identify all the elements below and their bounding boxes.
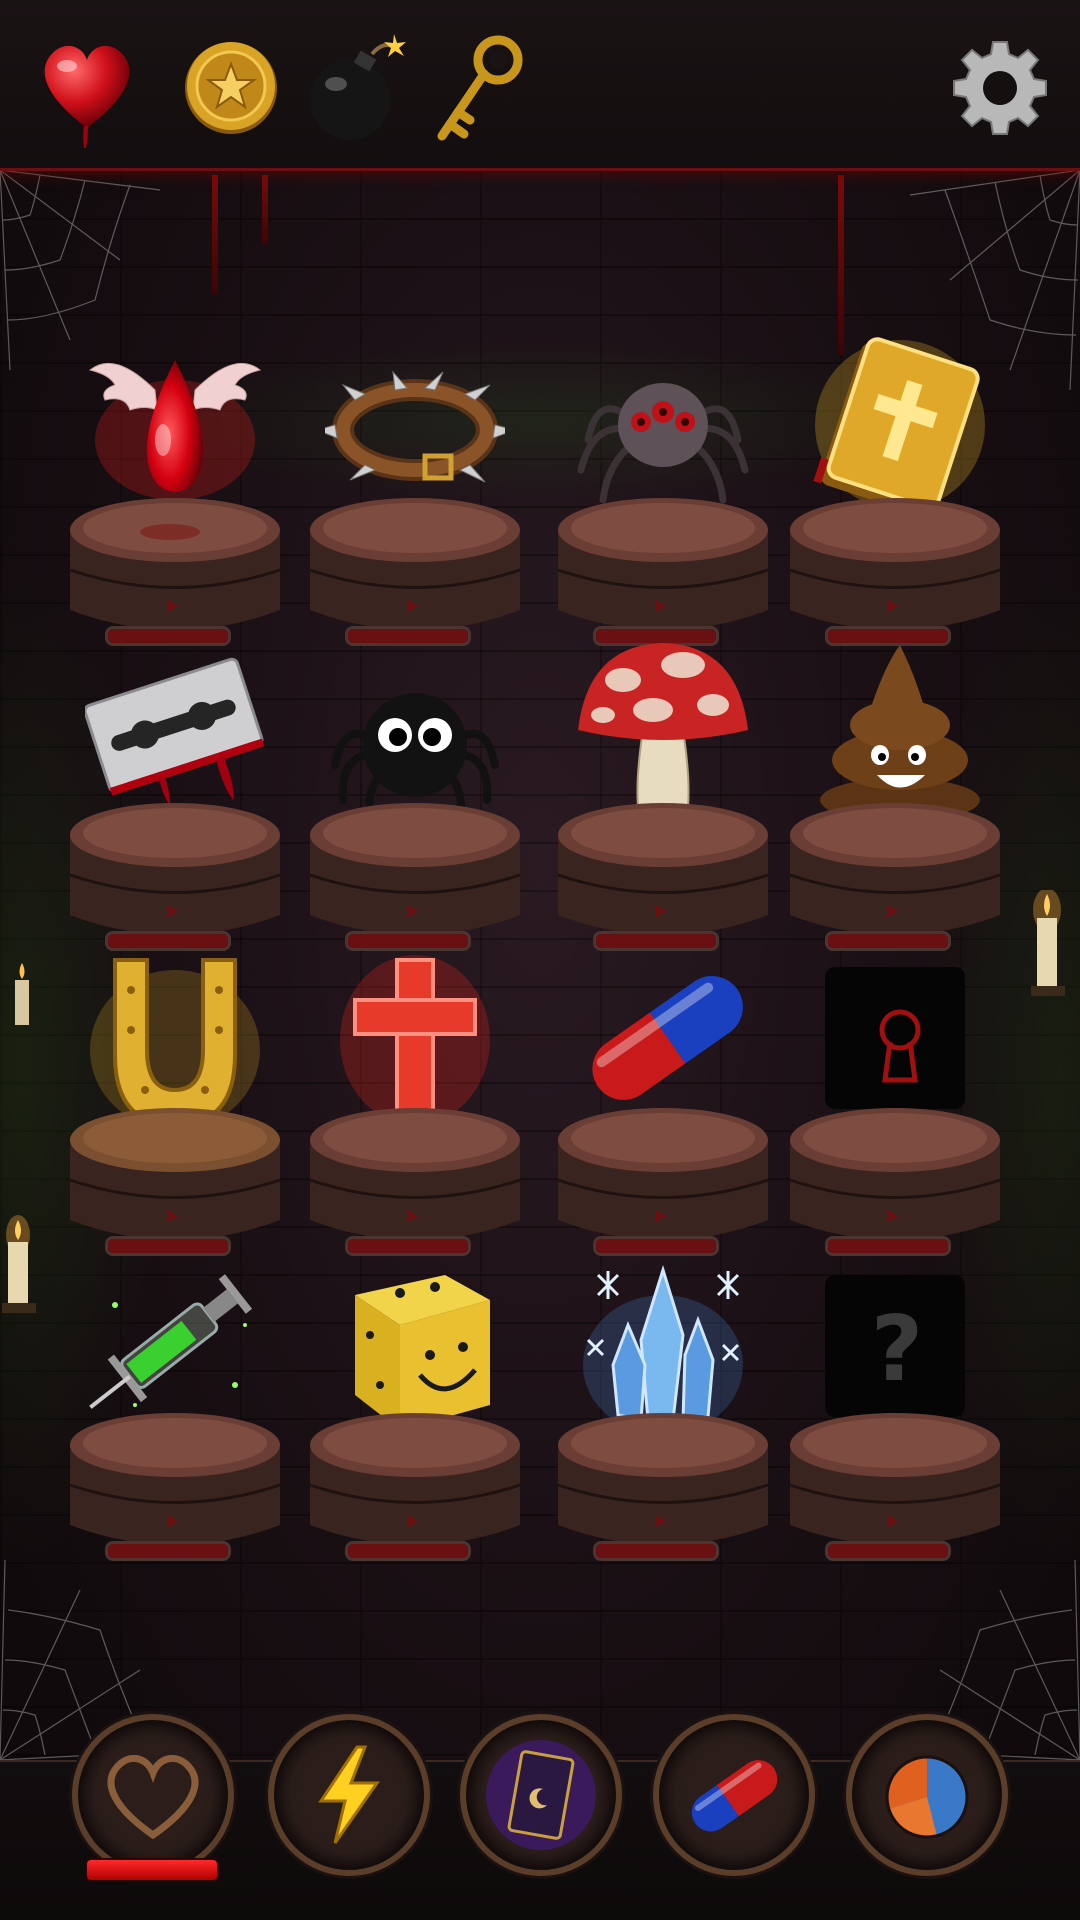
power-button[interactable]: [268, 1714, 430, 1876]
item-slot[interactable]: [300, 940, 530, 1270]
pie-pill-button[interactable]: [846, 1714, 1008, 1876]
item-slot[interactable]: [60, 330, 290, 660]
tarot-card-icon: [486, 1740, 596, 1850]
pill-button[interactable]: [653, 1714, 815, 1876]
lightning-icon: [318, 1745, 380, 1844]
item-slot[interactable]: [548, 1245, 778, 1575]
locked-item-slot[interactable]: [780, 940, 1010, 1270]
item-slot[interactable]: [780, 330, 1010, 660]
item-progress-bar: [105, 1541, 231, 1561]
pie-chart-pill-icon: [885, 1755, 969, 1839]
item-progress-bar: [345, 1541, 471, 1561]
item-slot[interactable]: [780, 635, 1010, 965]
item-slot[interactable]: [60, 1245, 290, 1575]
item-progress-bar: [825, 1541, 951, 1561]
item-slot[interactable]: [300, 1245, 530, 1575]
item-slot[interactable]: [300, 635, 530, 965]
health-button[interactable]: [72, 1714, 234, 1876]
health-bar: [85, 1858, 219, 1882]
mystery-symbol: ?: [871, 1297, 923, 1402]
item-slot[interactable]: [548, 940, 778, 1270]
item-progress-bar: [593, 1541, 719, 1561]
item-slot[interactable]: [60, 940, 290, 1270]
pill-icon: [691, 1760, 778, 1832]
item-slot[interactable]: [300, 330, 530, 660]
heart-outline-icon: [107, 1755, 199, 1840]
item-collection-grid: ?: [0, 0, 1080, 1920]
item-slot[interactable]: [548, 330, 778, 660]
item-slot[interactable]: [60, 635, 290, 965]
tarot-card-button[interactable]: [460, 1714, 622, 1876]
mystery-item-slot[interactable]: ?: [780, 1245, 1010, 1575]
game-screen: ?: [0, 0, 1080, 1920]
item-slot[interactable]: [548, 635, 778, 965]
